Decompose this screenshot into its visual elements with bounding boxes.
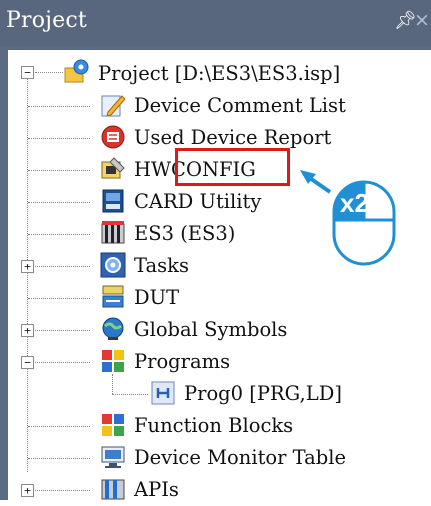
tree-item-label: Programs — [134, 350, 231, 373]
plc-icon — [101, 221, 125, 244]
tree-connector — [28, 458, 90, 459]
tree-item-global-symbols[interactable]: + Global Symbols — [8, 314, 431, 346]
tree-item-project[interactable]: − Project [D:\ES3\ES3.isp] — [8, 58, 431, 90]
tree-item-label: Prog0 [PRG,LD] — [184, 382, 342, 405]
tree-connector — [112, 374, 113, 394]
tree-item-label: CARD Utility — [134, 190, 262, 213]
function-blocks-icon — [102, 414, 124, 436]
tree-connector — [112, 394, 148, 395]
project-gear-icon — [64, 59, 89, 83]
project-tree: − Project [D:\ES3\ES3.isp] Device Commen… — [8, 50, 431, 501]
hardware-config-icon — [101, 157, 125, 179]
panel-title: Project — [6, 8, 87, 33]
tree-item-prog0[interactable]: Prog0 [PRG,LD] — [8, 374, 431, 410]
close-icon[interactable]: × — [414, 9, 430, 31]
tree-item-apis[interactable]: + APIs — [8, 474, 431, 506]
tree-connector — [35, 330, 90, 331]
tree-item-label: Function Blocks — [134, 414, 294, 437]
tree-item-label: DUT — [134, 286, 180, 309]
tree-item-dut[interactable]: DUT — [8, 282, 431, 314]
tree-item-label: Project [D:\ES3\ES3.isp] — [98, 62, 341, 85]
collapse-icon[interactable]: − — [21, 66, 34, 79]
tree-connector — [28, 298, 90, 299]
tree-connector — [28, 234, 90, 235]
tree-item-device-monitor-table[interactable]: Device Monitor Table — [8, 442, 431, 474]
tree-connector — [28, 106, 90, 107]
tree-item-function-blocks[interactable]: Function Blocks — [8, 410, 431, 442]
expand-icon[interactable]: + — [21, 484, 34, 497]
click-count-label: x2 — [340, 188, 369, 218]
tree-item-label: Global Symbols — [134, 318, 288, 341]
tree-item-label: Device Monitor Table — [134, 446, 347, 469]
expand-icon[interactable]: + — [21, 324, 34, 337]
tree-item-device-comment-list[interactable]: Device Comment List — [8, 90, 431, 122]
double-click-mouse-icon: x2 — [300, 170, 396, 266]
expand-icon[interactable]: + — [21, 260, 34, 273]
tree-item-label: ES3 (ES3) — [134, 222, 236, 245]
global-symbols-icon — [102, 317, 124, 340]
tree-connector — [35, 490, 90, 491]
monitor-table-icon — [101, 446, 125, 468]
apis-icon — [101, 479, 125, 500]
project-panel: Project 📌︎ × − Project [D:\ES3\ES3.isp] — [0, 0, 431, 501]
tree-connector — [28, 170, 90, 171]
tree-connector — [28, 138, 90, 139]
tree-item-label: APIs — [134, 478, 179, 501]
tree-connector — [28, 426, 90, 427]
tree-connector — [35, 362, 90, 363]
dut-icon — [102, 285, 124, 308]
program-file-icon — [151, 381, 175, 405]
report-icon — [101, 125, 125, 149]
tasks-icon — [100, 252, 126, 278]
tree-item-programs[interactable]: − Programs — [8, 346, 431, 378]
edit-pencil-icon — [101, 95, 126, 117]
tree-item-label: Used Device Report — [134, 126, 332, 149]
hwconfig-highlight-box — [175, 148, 290, 186]
collapse-icon[interactable]: − — [21, 356, 34, 369]
tree-connector — [35, 72, 63, 73]
tree-connector — [35, 266, 90, 267]
tree-connector — [28, 202, 90, 203]
panel-title-bar: Project 📌︎ × — [0, 0, 431, 46]
programs-icon — [102, 350, 124, 372]
tree-item-label: Device Comment List — [134, 94, 346, 117]
tree-item-label: Tasks — [134, 254, 189, 277]
card-icon — [102, 189, 124, 213]
